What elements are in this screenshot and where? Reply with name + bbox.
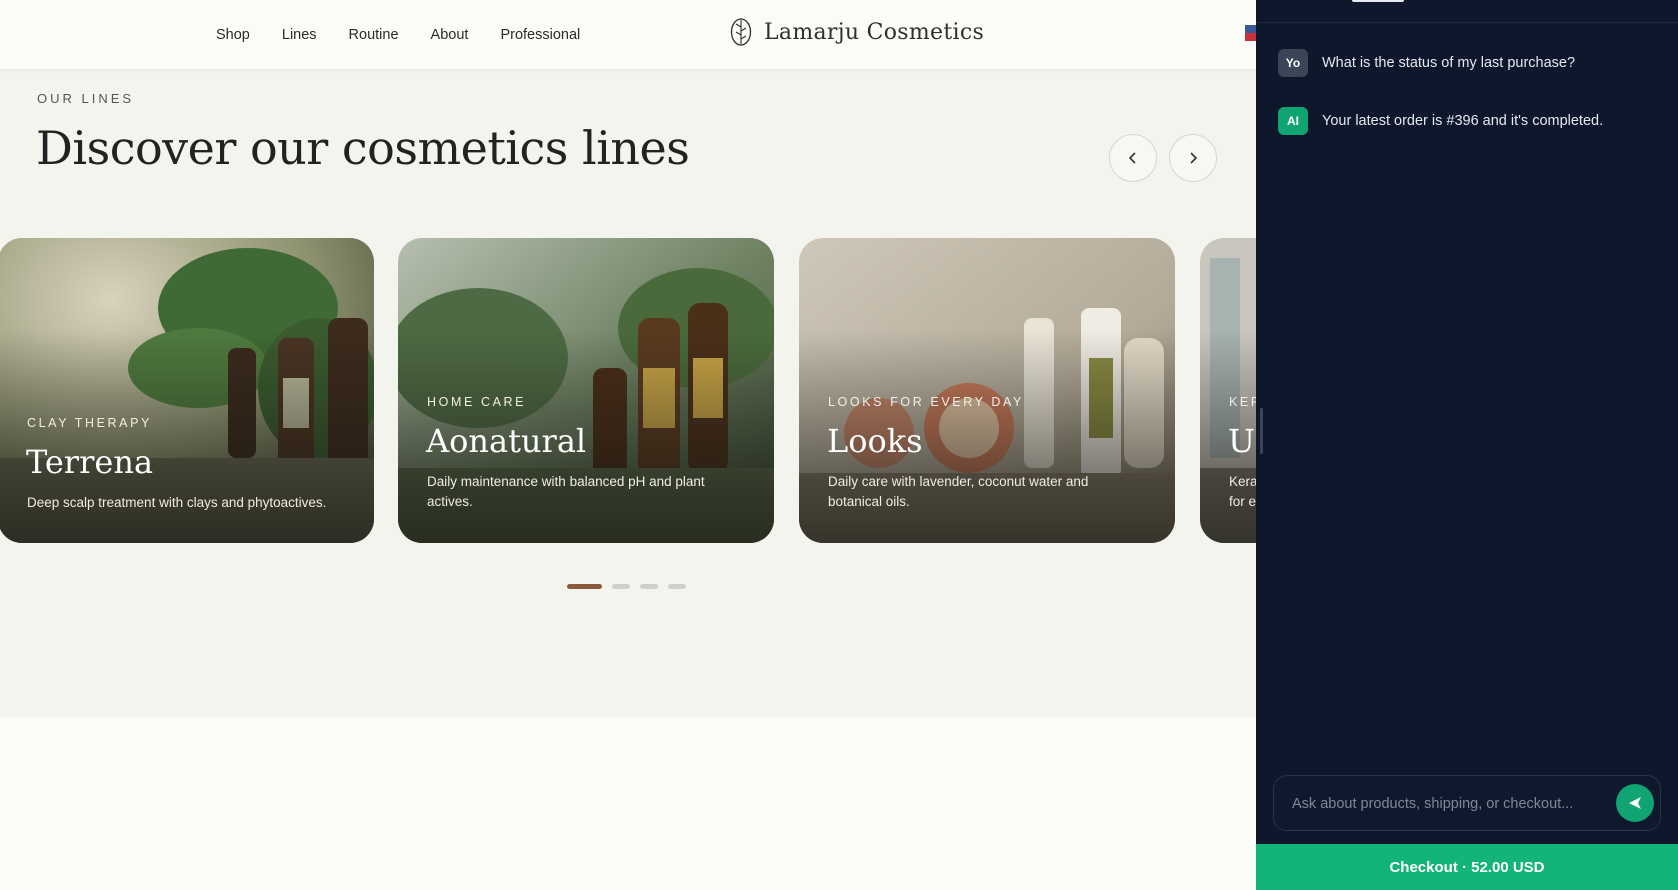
line-card-aonatural[interactable]: HOME CARE Aonatural Daily maintenance wi… — [398, 238, 774, 543]
panel-resize-handle[interactable] — [1260, 408, 1263, 454]
chevron-left-icon — [1128, 152, 1136, 164]
chat-message-user: Yo What is the status of my last purchas… — [1278, 49, 1575, 77]
main-nav: Shop Lines Routine About Professional — [216, 0, 580, 69]
line-card-looks[interactable]: LOOKS FOR EVERY DAY Looks Daily care wit… — [799, 238, 1175, 543]
section-title: Discover our cosmetics lines — [36, 121, 690, 175]
pagination-dot-1[interactable] — [567, 584, 602, 589]
leaf-logo-icon — [730, 18, 752, 46]
chevron-right-icon — [1190, 152, 1198, 164]
card-description: Deep scalp treatment with clays and phyt… — [27, 495, 327, 510]
nav-about[interactable]: About — [431, 27, 469, 43]
checkout-button[interactable]: Checkout · 52.00 USD — [1256, 844, 1678, 890]
message-text: What is the status of my last purchase? — [1322, 55, 1576, 71]
user-avatar: Yo — [1278, 49, 1308, 77]
carousel-pagination — [567, 584, 686, 589]
nav-shop[interactable]: Shop — [216, 27, 250, 43]
carousel-next-button[interactable] — [1169, 134, 1217, 182]
card-category: LOOKS FOR EVERY DAY — [828, 395, 1024, 409]
card-title: Looks — [827, 422, 923, 460]
send-icon — [1629, 797, 1641, 809]
line-card-partial[interactable]: KER U Kera for e — [1200, 238, 1256, 543]
card-description: Daily maintenance with balanced pH and p… — [427, 474, 705, 509]
carousel-prev-button[interactable] — [1109, 134, 1157, 182]
site-header: Shop Lines Routine About Professional La… — [0, 0, 1256, 69]
card-title: U — [1228, 422, 1255, 460]
card-category: KER — [1229, 395, 1256, 409]
send-button[interactable] — [1616, 784, 1654, 822]
pagination-dot-2[interactable] — [612, 584, 630, 589]
nav-professional[interactable]: Professional — [500, 27, 580, 43]
chat-composer — [1273, 775, 1661, 832]
pagination-dot-4[interactable] — [668, 584, 686, 589]
pagination-dot-3[interactable] — [640, 584, 658, 589]
card-title: Terrena — [26, 443, 154, 481]
chat-message-assistant: AI Your latest order is #396 and it's co… — [1278, 107, 1603, 135]
line-card-terrena[interactable]: CLAY THERAPY Terrena Deep scalp treatmen… — [0, 238, 374, 543]
nav-routine[interactable]: Routine — [349, 27, 399, 43]
chat-panel: Yo What is the status of my last purchas… — [1256, 0, 1678, 890]
chat-header — [1256, 0, 1678, 23]
card-description: Kera for e — [1229, 474, 1256, 509]
section-eyebrow: OUR LINES — [37, 91, 135, 106]
lines-section: OUR LINES Discover our cosmetics lines C… — [0, 69, 1256, 717]
card-description: Daily care with lavender, coconut water … — [828, 474, 1089, 509]
chat-header-title-fragment — [1352, 0, 1404, 2]
us-flag-icon[interactable] — [1245, 25, 1256, 41]
assistant-avatar: AI — [1278, 107, 1308, 135]
brand-name: Lamarju Cosmetics — [764, 19, 985, 45]
nav-lines[interactable]: Lines — [282, 27, 317, 43]
card-category: HOME CARE — [427, 395, 527, 409]
card-title: Aonatural — [426, 422, 587, 460]
brand-logo[interactable]: Lamarju Cosmetics — [730, 17, 984, 47]
card-category: CLAY THERAPY — [27, 416, 152, 430]
chat-input[interactable] — [1290, 776, 1594, 832]
message-text: Your latest order is #396 and it's compl… — [1322, 113, 1604, 129]
